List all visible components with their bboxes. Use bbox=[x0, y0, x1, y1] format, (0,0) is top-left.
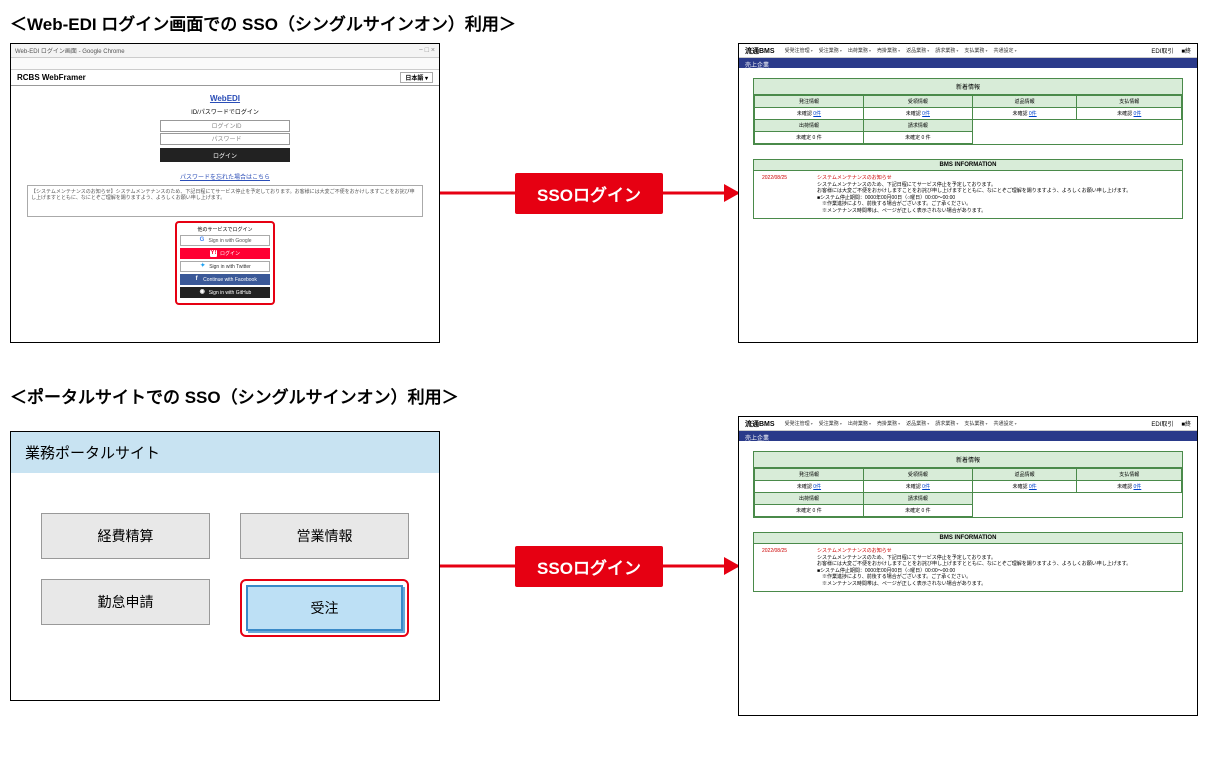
menu-item[interactable]: 共通設定 bbox=[994, 47, 1017, 54]
sso-github-button[interactable]: ◉Sign in with GitHub bbox=[180, 287, 270, 298]
bms-subbar: 売上企業 bbox=[739, 431, 1197, 441]
col-header: 請求情報 bbox=[863, 120, 972, 132]
sso-arrow-label: SSOログイン bbox=[515, 173, 663, 214]
bms-info-title: BMS INFORMATION bbox=[754, 160, 1182, 171]
sso-arrow-label: SSOログイン bbox=[515, 546, 663, 587]
bms-table-title: 新着情報 bbox=[754, 452, 1182, 468]
bms-window: 流通BMS 受発注管理 受注業務 出荷業務 売掛業務 返品業務 請求業務 支払業… bbox=[738, 416, 1198, 716]
facebook-icon: f bbox=[193, 276, 200, 283]
portal-title: 業務ポータルサイト bbox=[11, 432, 439, 473]
google-icon: G bbox=[198, 237, 205, 244]
portal-active-highlight: 受注 bbox=[240, 579, 409, 637]
cell: 未確定 0 件 bbox=[863, 132, 972, 144]
twitter-icon: ✦ bbox=[199, 263, 206, 270]
window-title: Web-EDI ログイン画面 - Google Chrome bbox=[15, 46, 125, 55]
forgot-password-link[interactable]: パスワードを忘れた場合はこちら bbox=[19, 172, 431, 181]
url-bar[interactable] bbox=[11, 58, 439, 70]
col-header: 返品情報 bbox=[972, 96, 1077, 108]
bms-user: EDI取引 bbox=[1151, 419, 1173, 428]
login-title: WebEDI bbox=[19, 94, 431, 103]
sso-google-button[interactable]: GSign in with Google bbox=[180, 235, 270, 246]
sso-twitter-button[interactable]: ✦Sign in with Twitter bbox=[180, 261, 270, 272]
col-header: 支払情報 bbox=[1077, 96, 1182, 108]
menu-item[interactable]: 受発注管理 bbox=[785, 47, 813, 54]
col-header: 出荷情報 bbox=[755, 120, 864, 132]
menu-item[interactable]: 返品業務 bbox=[906, 420, 929, 427]
link[interactable]: 0件 bbox=[922, 111, 930, 117]
portal-btn-expense[interactable]: 経費精算 bbox=[41, 513, 210, 559]
bms-user: EDI取引 bbox=[1151, 46, 1173, 55]
app-brand: RCBS WebFramer bbox=[17, 73, 86, 82]
portal-btn-sales[interactable]: 営業情報 bbox=[240, 513, 409, 559]
bms-table-title: 新着情報 bbox=[754, 79, 1182, 95]
sso-facebook-button[interactable]: fContinue with Facebook bbox=[180, 274, 270, 285]
sso-arrow: SSOログイン bbox=[440, 526, 738, 606]
section1-title: ＜Web-EDI ログイン画面での SSO（シングルサインオン）利用＞ bbox=[10, 10, 1198, 35]
yahoo-icon: Y! bbox=[210, 250, 217, 257]
menu-item[interactable]: 受発注管理 bbox=[785, 420, 813, 427]
sso-provider-box: 他のサービスでログイン GSign in with Google Y!ログイン … bbox=[175, 221, 275, 305]
info-text: システムメンテナンスのお知らせ システムメンテナンスのため、下記日程にてサービス… bbox=[817, 548, 1131, 587]
login-id-input[interactable]: ログインID bbox=[160, 120, 290, 132]
section2-title: ＜ポータルサイトでの SSO（シングルサインオン）利用＞ bbox=[10, 383, 1198, 408]
link[interactable]: 0件 bbox=[1029, 111, 1037, 117]
link[interactable]: 0件 bbox=[1134, 111, 1142, 117]
menu-item[interactable]: 支払業務 bbox=[964, 420, 987, 427]
info-text: システムメンテナンスのお知らせ システムメンテナンスのため、下記日程にてサービス… bbox=[817, 175, 1131, 214]
menu-item[interactable]: 支払業務 bbox=[964, 47, 987, 54]
menu-item[interactable]: 出荷業務 bbox=[848, 47, 871, 54]
col-header: 発注情報 bbox=[755, 96, 864, 108]
cell: 未確定 0 件 bbox=[755, 132, 864, 144]
sso-box-title: 他のサービスでログイン bbox=[180, 226, 270, 233]
bms-logo: 流通BMS bbox=[745, 419, 775, 429]
login-window: Web-EDI ログイン画面 - Google Chrome − □ × RCB… bbox=[10, 43, 440, 343]
sso-arrow: SSOログイン bbox=[440, 153, 738, 233]
window-controls[interactable]: − □ × bbox=[419, 47, 435, 54]
bms-info-title: BMS INFORMATION bbox=[754, 533, 1182, 544]
portal-btn-order[interactable]: 受注 bbox=[246, 585, 403, 631]
link[interactable]: 0件 bbox=[813, 111, 821, 117]
menu-item[interactable]: 受注業務 bbox=[819, 420, 842, 427]
language-select[interactable]: 日本語 ▾ bbox=[400, 72, 433, 83]
menu-item[interactable]: 出荷業務 bbox=[848, 420, 871, 427]
login-subtitle: ID/パスワードでログイン bbox=[19, 107, 431, 116]
bms-menu[interactable]: 受発注管理 受注業務 出荷業務 売掛業務 返品業務 請求業務 支払業務 共通設定 bbox=[785, 47, 1017, 54]
portal-btn-attendance[interactable]: 勤怠申請 bbox=[41, 579, 210, 625]
sso-yahoo-button[interactable]: Y!ログイン bbox=[180, 248, 270, 259]
menu-item[interactable]: 売掛業務 bbox=[877, 47, 900, 54]
bms-menu[interactable]: 受発注管理 受注業務 出荷業務 売掛業務 返品業務 請求業務 支払業務 共通設定 bbox=[785, 420, 1017, 427]
bms-logout[interactable]: ■終 bbox=[1181, 46, 1191, 55]
menu-item[interactable]: 請求業務 bbox=[935, 420, 958, 427]
info-date: 2022/08/25 bbox=[762, 548, 817, 587]
portal-window: 業務ポータルサイト 経費精算 営業情報 勤怠申請 受注 bbox=[10, 431, 440, 701]
info-date: 2022/08/25 bbox=[762, 175, 817, 214]
window-titlebar: Web-EDI ログイン画面 - Google Chrome − □ × bbox=[11, 44, 439, 58]
menu-item[interactable]: 請求業務 bbox=[935, 47, 958, 54]
bms-arrivals-table: 発注情報 受領情報 返品情報 支払情報 未確認 0件 未確認 0件 未確認 0件… bbox=[754, 95, 1182, 144]
menu-item[interactable]: 返品業務 bbox=[906, 47, 929, 54]
menu-item[interactable]: 売掛業務 bbox=[877, 420, 900, 427]
bms-arrivals-table: 発注情報 受領情報 返品情報 支払情報 未確認 0件 未確認 0件 未確認 0件… bbox=[754, 468, 1182, 517]
menu-item[interactable]: 共通設定 bbox=[994, 420, 1017, 427]
bms-subbar: 売上企業 bbox=[739, 58, 1197, 68]
bms-logout[interactable]: ■終 bbox=[1181, 419, 1191, 428]
menu-item[interactable]: 受注業務 bbox=[819, 47, 842, 54]
bms-window: 流通BMS 受発注管理 受注業務 出荷業務 売掛業務 返品業務 請求業務 支払業… bbox=[738, 43, 1198, 343]
login-pw-input[interactable]: パスワード bbox=[160, 133, 290, 145]
login-button[interactable]: ログイン bbox=[160, 148, 290, 162]
bms-logo: 流通BMS bbox=[745, 46, 775, 56]
col-header: 受領情報 bbox=[863, 96, 972, 108]
notice-box: 【システムメンテナンスのお知らせ】システムメンテナンスのため、下記日程にてサービ… bbox=[27, 185, 423, 217]
github-icon: ◉ bbox=[199, 289, 206, 296]
